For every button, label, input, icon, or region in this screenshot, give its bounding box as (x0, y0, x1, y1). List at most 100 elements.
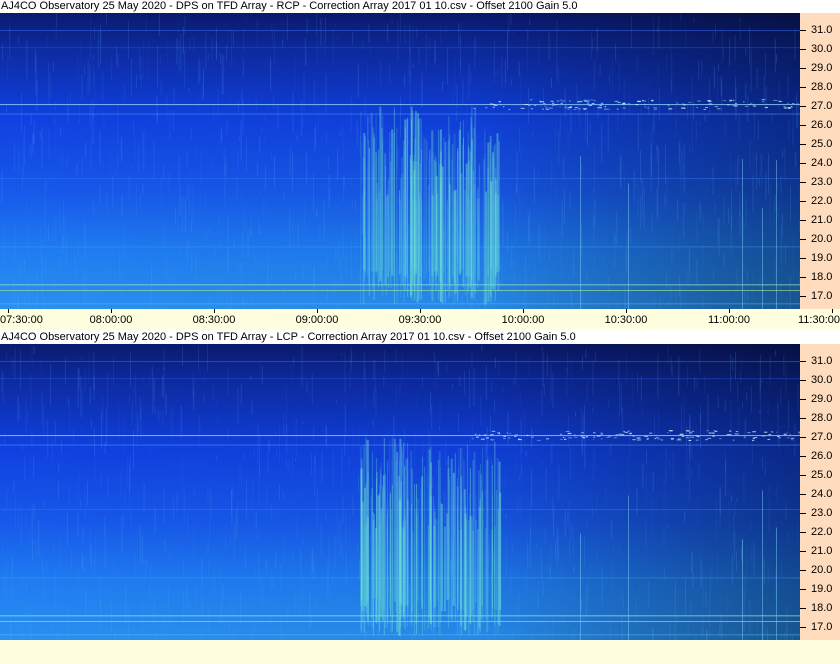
noise-streak (231, 30, 233, 67)
noise-streak (777, 183, 779, 191)
noise-streak (79, 37, 81, 64)
noise-streak (442, 81, 444, 91)
noise-streak (618, 540, 620, 558)
noise-streak (314, 127, 316, 154)
noise-streak (82, 556, 84, 571)
vertical-line (580, 156, 581, 309)
noise-streak (783, 632, 785, 640)
noise-streak (730, 399, 732, 437)
sparkle-band (722, 100, 727, 102)
noise-streak (69, 91, 71, 104)
sparkle-band (492, 106, 496, 108)
noise-streak (345, 385, 347, 400)
burst-streak (472, 171, 474, 291)
noise-streak (538, 580, 540, 588)
noise-streak (598, 104, 600, 119)
noise-streak (709, 569, 711, 597)
sparkle-band (634, 439, 636, 441)
spectrogram-rcp[interactable] (0, 13, 800, 309)
noise-streak (408, 114, 410, 147)
noise-streak (581, 355, 583, 371)
burst-streak (396, 451, 399, 632)
noise-streak (168, 171, 170, 195)
noise-streak (1, 369, 3, 392)
burst-streak (398, 500, 401, 636)
noise-streak (750, 521, 752, 531)
noise-streak (646, 449, 648, 465)
noise-streak (656, 146, 658, 152)
noise-streak (678, 356, 680, 396)
x-tick (317, 309, 318, 313)
burst-streak (404, 119, 407, 282)
noise-streak (732, 357, 734, 371)
noise-streak (542, 88, 544, 102)
noise-streak (466, 104, 468, 129)
noise-streak (2, 575, 4, 592)
noise-streak (61, 154, 63, 168)
noise-streak (207, 486, 209, 503)
noise-streak (198, 415, 200, 446)
sparkle-band (637, 439, 640, 441)
noise-streak (121, 515, 123, 553)
sparkle-band (559, 106, 561, 108)
burst-streak (459, 447, 461, 623)
noise-streak (545, 439, 547, 443)
noise-streak (241, 90, 243, 105)
noise-streak (654, 417, 656, 435)
noise-streak (610, 442, 612, 455)
noise-streak (796, 517, 798, 546)
burst-streak (420, 163, 422, 276)
noise-streak (186, 150, 188, 168)
noise-streak (519, 128, 521, 152)
noise-streak (108, 267, 110, 294)
noise-streak (170, 403, 172, 433)
noise-streak (674, 579, 676, 618)
noise-streak (556, 533, 558, 568)
noise-streak (51, 437, 53, 464)
noise-streak (528, 214, 530, 241)
noise-streak (266, 485, 268, 510)
noise-streak (194, 488, 196, 495)
noise-streak (20, 506, 22, 548)
vertical-line (628, 495, 629, 640)
noise-streak (718, 218, 720, 256)
spectrogram-lcp[interactable] (0, 344, 800, 640)
noise-streak (11, 555, 13, 596)
noise-streak (127, 20, 129, 59)
noise-streak (702, 566, 704, 607)
y-tick-label: 22.0 (811, 194, 833, 207)
noise-streak (744, 576, 746, 602)
noise-streak (238, 136, 240, 141)
burst-streak (400, 200, 402, 298)
noise-streak (193, 630, 195, 640)
noise-streak (227, 28, 229, 54)
noise-streak (581, 163, 583, 179)
noise-streak (169, 553, 171, 559)
noise-streak (612, 561, 614, 589)
noise-streak (94, 27, 96, 39)
noise-streak (340, 130, 342, 136)
noise-streak (186, 184, 188, 200)
noise-streak (699, 348, 701, 374)
noise-streak (714, 203, 716, 215)
noise-streak (541, 562, 543, 579)
noise-streak (319, 17, 321, 23)
noise-streak (14, 494, 16, 531)
noise-streak (764, 53, 766, 78)
burst-streak (459, 121, 461, 276)
noise-streak (274, 184, 276, 190)
noise-streak (597, 111, 599, 116)
burst-streak (491, 529, 493, 608)
noise-streak (188, 87, 190, 92)
noise-streak (653, 291, 655, 308)
sparkle-band (528, 105, 531, 107)
noise-streak (296, 135, 298, 142)
noise-streak (263, 252, 265, 266)
noise-streak (29, 562, 31, 577)
noise-streak (192, 185, 194, 228)
sparkle-band (747, 432, 751, 434)
noise-streak (745, 83, 747, 100)
noise-streak (28, 147, 30, 157)
noise-streak (356, 121, 358, 147)
noise-streak (162, 409, 164, 428)
